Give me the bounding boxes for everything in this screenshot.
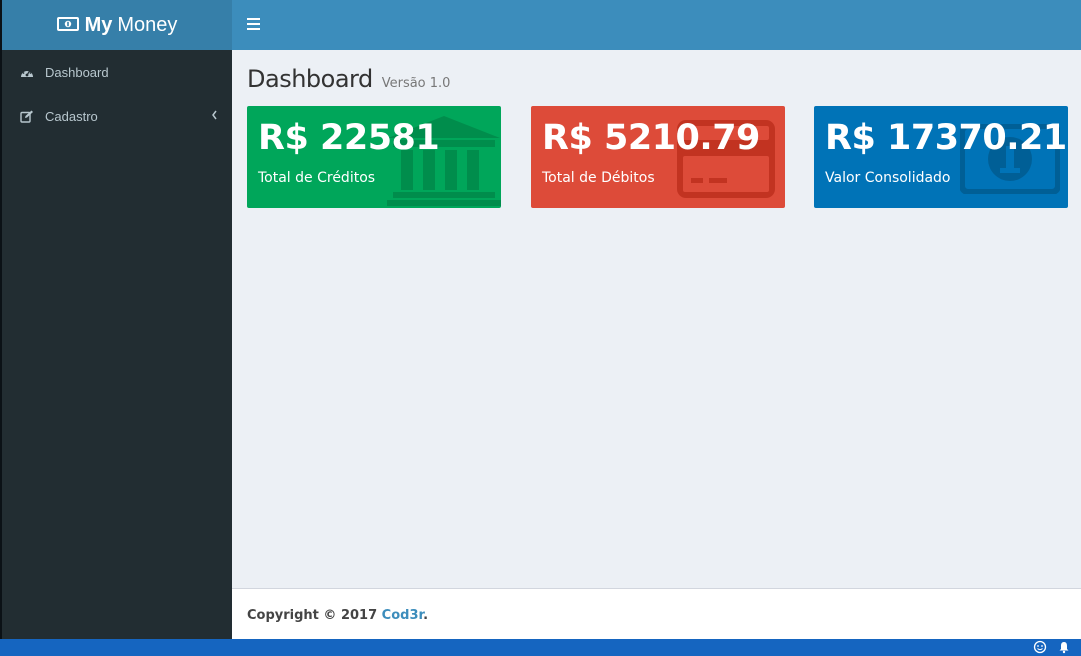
sidebar-item-label: Dashboard: [45, 64, 109, 80]
sidebar-item-cadastro[interactable]: Cadastro: [2, 94, 232, 138]
logo-strong-text: My: [84, 13, 113, 36]
edit-icon: [20, 109, 36, 123]
money-icon: [56, 14, 79, 37]
dashboard-icon: [20, 65, 36, 79]
copyright-prefix: Copyright © 2017: [247, 608, 378, 623]
main-content: Dashboard Versão 1.0 R$ 22581 Total de C…: [232, 50, 1081, 588]
consolidated-label: Valor Consolidado: [825, 170, 951, 186]
page-header: Dashboard Versão 1.0: [247, 65, 450, 93]
consolidated-value: R$ 17370.21: [825, 118, 1067, 158]
debits-value: R$ 5210.79: [542, 118, 760, 158]
copyright-suffix: .: [423, 608, 429, 623]
consolidated-info-box: R$ 17370.21 Valor Consolidado: [814, 106, 1068, 208]
sidebar: My Money Dashboard Cadastro: [2, 0, 232, 639]
logo-text: Money: [117, 13, 178, 36]
sidebar-item-dashboard[interactable]: Dashboard: [2, 50, 232, 94]
bell-icon[interactable]: [1057, 640, 1071, 654]
debits-info-box: R$ 5210.79 Total de Débitos: [531, 106, 785, 208]
sidebar-item-label: Cadastro: [45, 108, 98, 124]
sidebar-toggle-icon[interactable]: [247, 18, 260, 31]
logo[interactable]: My Money: [2, 0, 232, 50]
copyright-text: Copyright © 2017 Cod3r.: [247, 608, 428, 623]
page-title: Dashboard: [247, 65, 373, 93]
debits-label: Total de Débitos: [542, 170, 655, 186]
top-navbar: [232, 0, 1081, 50]
footer: Copyright © 2017 Cod3r.: [232, 588, 1081, 639]
credits-info-box: R$ 22581 Total de Créditos: [247, 106, 501, 208]
page-subtitle: Versão 1.0: [381, 76, 451, 91]
cod3r-link[interactable]: Cod3r: [382, 608, 423, 623]
taskbar: [0, 639, 1081, 656]
sidebar-menu: Dashboard Cadastro: [2, 50, 232, 138]
credits-value: R$ 22581: [258, 118, 440, 158]
credits-label: Total de Créditos: [258, 170, 376, 186]
chevron-left-icon: [210, 108, 220, 122]
smiley-icon[interactable]: [1033, 640, 1047, 654]
